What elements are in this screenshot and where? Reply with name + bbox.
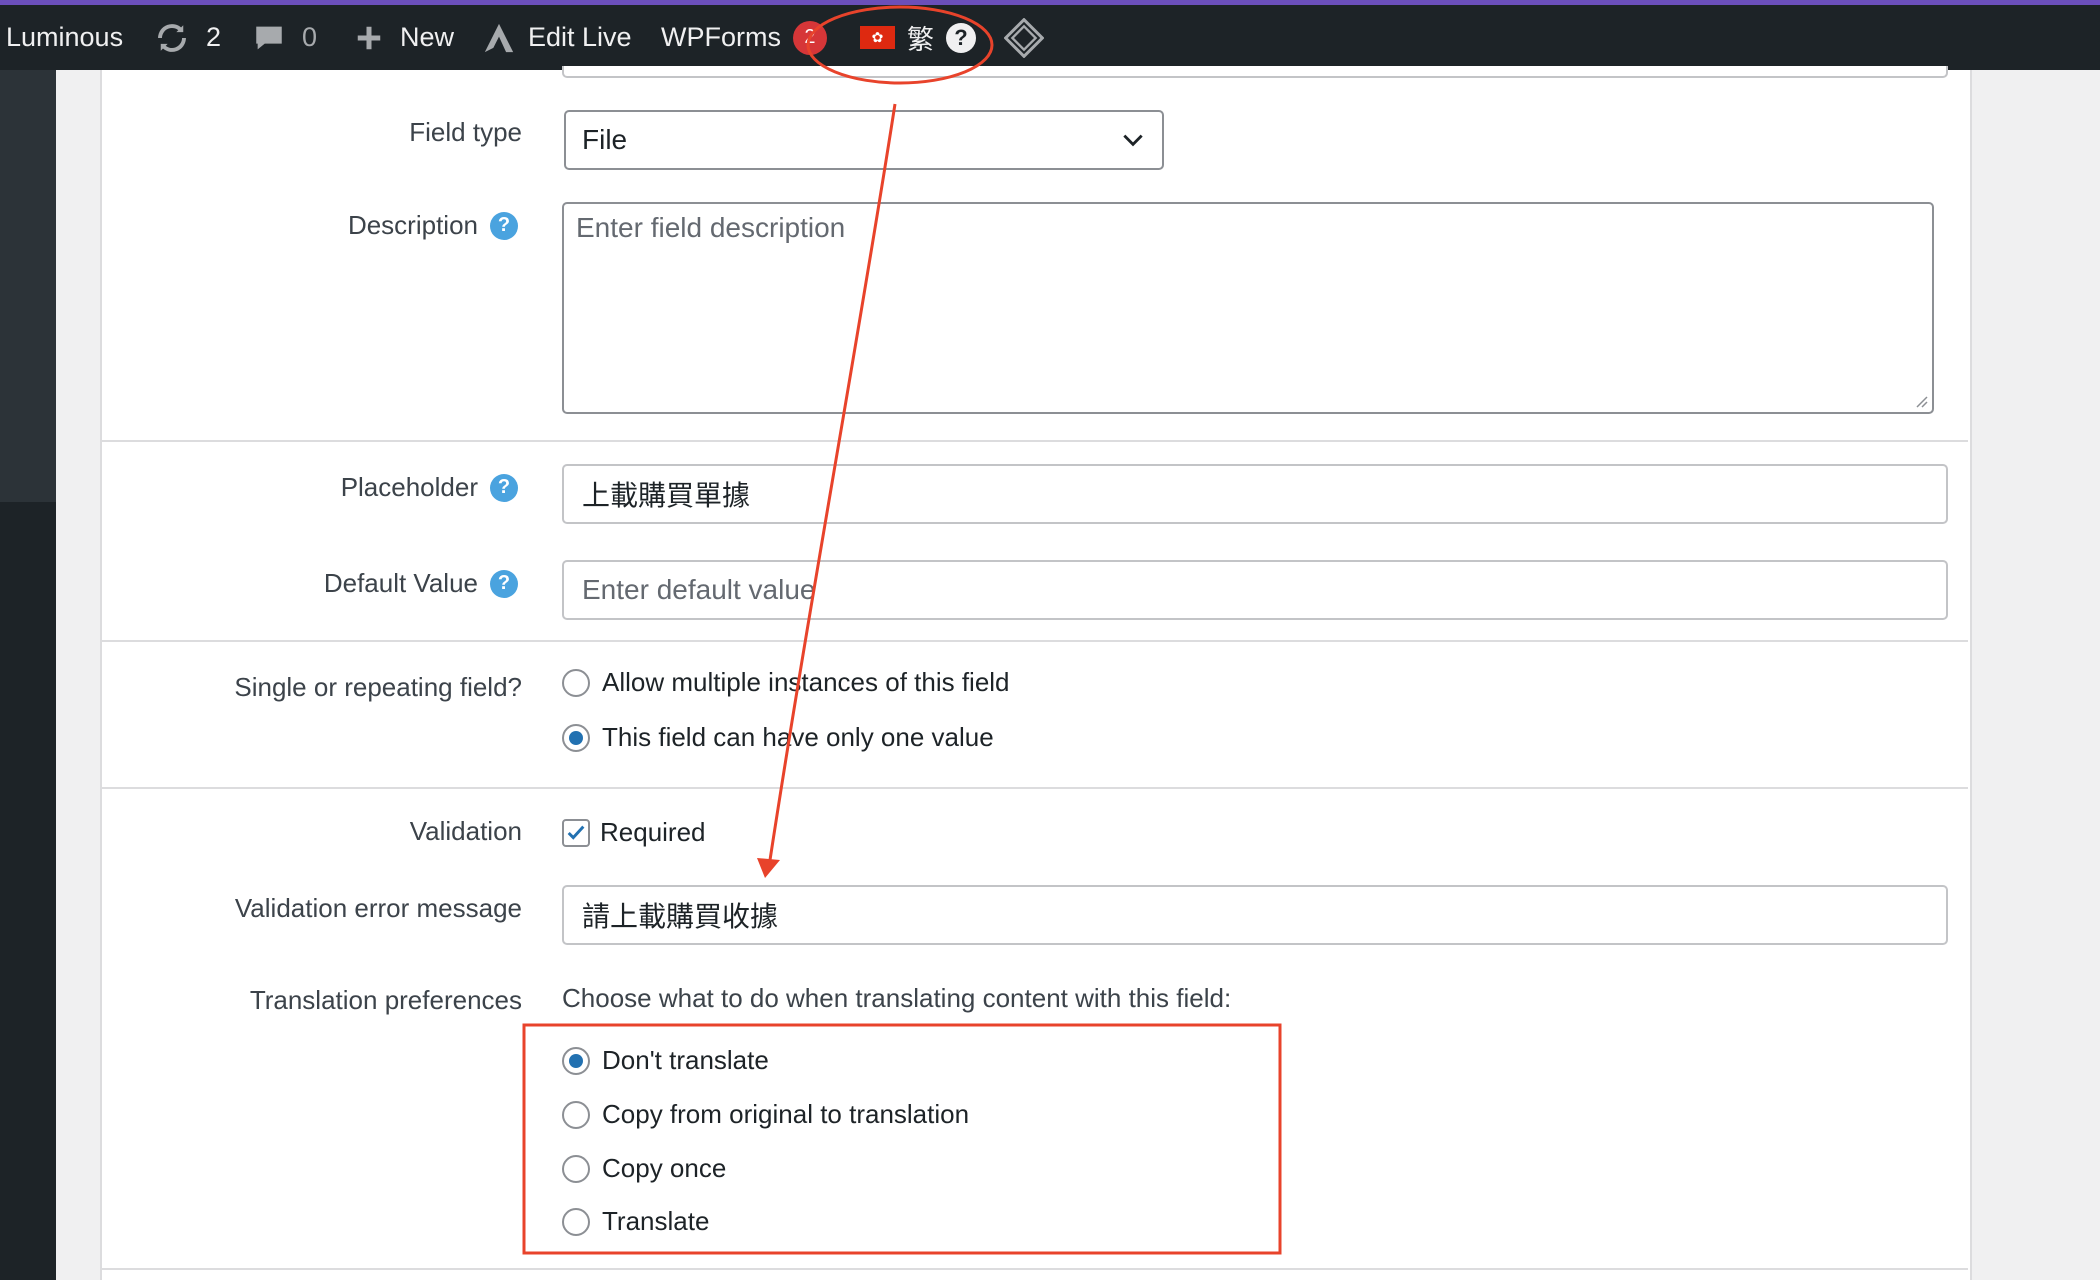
validation-label-text: Validation	[409, 816, 522, 846]
section-divider	[100, 440, 1968, 442]
site-name-link[interactable]: Luminous	[6, 5, 123, 70]
edit-live-link[interactable]: Edit Live	[482, 5, 632, 70]
admin-bar: Luminous 2 0 New Edit Live WPForms 2 ✿ 繁…	[0, 0, 2100, 70]
validation-error-input[interactable]: 請上載購買收據	[562, 885, 1948, 945]
previous-field-input[interactable]	[562, 66, 1948, 78]
placeholder-label-text: Placeholder	[340, 472, 478, 502]
updates-link[interactable]: 2	[154, 5, 221, 70]
translation-option-label: Translate	[602, 1206, 710, 1236]
section-divider	[100, 640, 1968, 642]
translation-option-copy[interactable]: Copy from original to translation	[562, 1099, 969, 1130]
repeat-option-label: Allow multiple instances of this field	[602, 667, 1010, 697]
translation-radio[interactable]	[562, 1207, 590, 1236]
language-switcher[interactable]: ✿ 繁 ?	[860, 5, 976, 70]
translation-preferences-label-text: Translation preferences	[249, 985, 522, 1015]
field-type-label: Field type	[409, 117, 522, 148]
placeholder-help-icon[interactable]: ?	[490, 473, 518, 502]
comment-icon	[256, 26, 282, 49]
translation-radio[interactable]	[562, 1154, 590, 1183]
translation-option-translate[interactable]: Translate	[562, 1206, 709, 1237]
field-type-select[interactable]: File	[564, 110, 1164, 170]
translation-option-label: Don't translate	[602, 1045, 769, 1075]
description-help-icon[interactable]: ?	[490, 211, 518, 240]
validation-error-value: 請上載購買收據	[582, 901, 779, 932]
hong-kong-flag-icon: ✿	[860, 26, 895, 49]
translation-option-dont-translate[interactable]: Don't translate	[562, 1045, 769, 1076]
diamond-icon	[1004, 17, 1044, 58]
resize-handle-icon[interactable]	[1914, 394, 1928, 408]
required-label: Required	[600, 817, 706, 847]
admin-menu-strip	[0, 70, 56, 1280]
comments-count: 0	[302, 22, 318, 52]
updates-icon	[158, 23, 186, 52]
wpforms-label: WPForms	[661, 22, 781, 52]
admin-menu-active-area	[0, 70, 56, 502]
language-label: 繁	[907, 25, 934, 55]
translation-option-label: Copy from original to translation	[602, 1099, 970, 1129]
default-value-label-text: Default Value	[323, 568, 478, 598]
section-divider	[100, 787, 1968, 789]
translation-preferences-label: Translation preferences	[250, 985, 522, 1016]
description-placeholder: Enter field description	[576, 212, 846, 243]
edit-live-label: Edit Live	[528, 22, 632, 52]
chevron-down-icon	[1123, 134, 1143, 147]
description-textarea[interactable]: Enter field description	[562, 202, 1934, 414]
checkmark-icon	[567, 825, 585, 840]
repeat-option-label: This field can have only one value	[602, 722, 994, 752]
new-content-link[interactable]: New	[354, 5, 454, 70]
validation-error-label-text: Validation error message	[234, 893, 522, 923]
translation-option-copy-once[interactable]: Copy once	[562, 1153, 726, 1184]
repeat-option-single[interactable]: This field can have only one value	[562, 722, 994, 753]
validation-error-label: Validation error message	[235, 893, 522, 924]
repeat-label-text: Single or repeating field?	[234, 672, 522, 702]
site-name: Luminous	[6, 22, 124, 52]
plus-icon	[357, 26, 381, 49]
field-type-value: File	[582, 124, 628, 155]
wpforms-link[interactable]: WPForms 2	[661, 5, 827, 70]
required-checkbox[interactable]	[562, 818, 590, 847]
field-type-label-text: Field type	[409, 117, 522, 147]
default-value-placeholder: Enter default value	[582, 574, 816, 605]
translation-option-label: Copy once	[602, 1153, 727, 1183]
repeat-option-multiple[interactable]: Allow multiple instances of this field	[562, 667, 1010, 698]
placeholder-input-value: 上載購買單據	[582, 480, 751, 511]
translation-note: Choose what to do when translating conte…	[562, 983, 1232, 1013]
help-icon[interactable]: ?	[946, 22, 976, 53]
comments-link[interactable]: 0	[252, 5, 317, 70]
repeat-radio-multiple[interactable]	[562, 668, 590, 697]
placeholder-label: Placeholder ?	[341, 472, 518, 503]
new-label: New	[400, 22, 455, 52]
updates-count: 2	[206, 22, 222, 52]
edit-live-logo-icon	[484, 23, 514, 52]
description-label: Description ?	[348, 210, 518, 241]
translation-radio[interactable]	[562, 1100, 590, 1129]
default-value-label: Default Value ?	[324, 568, 518, 599]
description-label-text: Description	[347, 210, 478, 240]
translation-radio[interactable]	[562, 1046, 590, 1075]
default-value-input[interactable]: Enter default value	[562, 560, 1948, 620]
diamond-plugin-link[interactable]	[1004, 5, 1044, 70]
required-checkbox-row[interactable]: Required	[562, 817, 706, 848]
wpforms-notification-badge: 2	[792, 20, 827, 55]
repeat-radio-single[interactable]	[562, 723, 590, 752]
default-value-help-icon[interactable]: ?	[490, 569, 518, 598]
placeholder-input[interactable]: 上載購買單據	[562, 464, 1948, 524]
section-divider	[100, 1268, 1968, 1270]
repeat-label: Single or repeating field?	[234, 672, 522, 703]
validation-label: Validation	[410, 816, 522, 847]
